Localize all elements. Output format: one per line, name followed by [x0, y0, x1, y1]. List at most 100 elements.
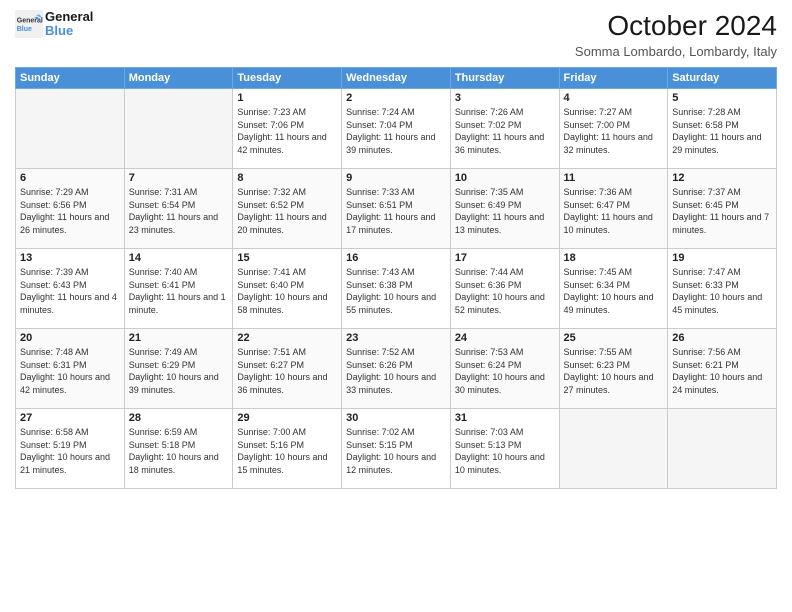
day-number: 14	[129, 252, 229, 264]
calendar-cell: 28Sunrise: 6:59 AM Sunset: 5:18 PM Dayli…	[124, 409, 233, 489]
day-info: Sunrise: 7:27 AM Sunset: 7:00 PM Dayligh…	[564, 106, 664, 156]
day-info: Sunrise: 7:24 AM Sunset: 7:04 PM Dayligh…	[346, 106, 446, 156]
calendar-cell: 4 Sunrise: 7:27 AM Sunset: 7:00 PM Daylig…	[559, 89, 668, 169]
calendar-cell: 14 Sunrise: 7:40 AM Sunset: 6:41 PM Dayli…	[124, 249, 233, 329]
day-number: 16	[346, 252, 446, 264]
header: General Blue General Blue October 2024 S…	[15, 10, 777, 59]
day-info: Sunrise: 7:52 AM Sunset: 6:26 PM Dayligh…	[346, 346, 446, 396]
location-title: Somma Lombardo, Lombardy, Italy	[575, 44, 777, 59]
day-info: Sunrise: 7:39 AM Sunset: 6:43 PM Dayligh…	[20, 266, 120, 316]
calendar-week-row: 13 Sunrise: 7:39 AM Sunset: 6:43 PM Dayli…	[16, 249, 777, 329]
day-info: Sunrise: 7:48 AM Sunset: 6:31 PM Dayligh…	[20, 346, 120, 396]
day-info: Sunrise: 7:00 AM Sunset: 5:16 PM Dayligh…	[237, 426, 337, 476]
calendar-week-row: 27Sunrise: 6:58 AM Sunset: 5:19 PM Dayli…	[16, 409, 777, 489]
day-info: Sunrise: 7:43 AM Sunset: 6:38 PM Dayligh…	[346, 266, 446, 316]
calendar-cell	[16, 89, 125, 169]
logo: General Blue General Blue	[15, 10, 93, 39]
svg-text:General: General	[17, 18, 43, 25]
weekday-header-thursday: Thursday	[450, 68, 559, 89]
day-number: 9	[346, 172, 446, 184]
month-title: October 2024	[575, 10, 777, 42]
calendar-cell: 30Sunrise: 7:02 AM Sunset: 5:15 PM Dayli…	[342, 409, 451, 489]
calendar-table: SundayMondayTuesdayWednesdayThursdayFrid…	[15, 67, 777, 489]
day-info: Sunrise: 7:32 AM Sunset: 6:52 PM Dayligh…	[237, 186, 337, 236]
day-number: 3	[455, 92, 555, 104]
day-number: 25	[564, 332, 664, 344]
weekday-header-row: SundayMondayTuesdayWednesdayThursdayFrid…	[16, 68, 777, 89]
calendar-cell: 19 Sunrise: 7:47 AM Sunset: 6:33 PM Dayli…	[668, 249, 777, 329]
weekday-header-friday: Friday	[559, 68, 668, 89]
calendar-cell: 21 Sunrise: 7:49 AM Sunset: 6:29 PM Dayli…	[124, 329, 233, 409]
logo-blue: Blue	[45, 24, 93, 38]
calendar-cell: 17Sunrise: 7:44 AM Sunset: 6:36 PM Dayli…	[450, 249, 559, 329]
day-number: 11	[564, 172, 664, 184]
day-number: 1	[237, 92, 337, 104]
calendar-cell: 1 Sunrise: 7:23 AM Sunset: 7:06 PM Daylig…	[233, 89, 342, 169]
calendar-cell: 26Sunrise: 7:56 AM Sunset: 6:21 PM Dayli…	[668, 329, 777, 409]
day-number: 7	[129, 172, 229, 184]
day-info: Sunrise: 7:45 AM Sunset: 6:34 PM Dayligh…	[564, 266, 664, 316]
calendar-cell	[124, 89, 233, 169]
weekday-header-tuesday: Tuesday	[233, 68, 342, 89]
calendar-week-row: 20 Sunrise: 7:48 AM Sunset: 6:31 PM Dayli…	[16, 329, 777, 409]
calendar-cell: 27Sunrise: 6:58 AM Sunset: 5:19 PM Dayli…	[16, 409, 125, 489]
day-number: 22	[237, 332, 337, 344]
calendar-cell: 2Sunrise: 7:24 AM Sunset: 7:04 PM Daylig…	[342, 89, 451, 169]
calendar-cell: 16 Sunrise: 7:43 AM Sunset: 6:38 PM Dayli…	[342, 249, 451, 329]
day-number: 20	[20, 332, 120, 344]
calendar-cell	[559, 409, 668, 489]
svg-text:Blue: Blue	[17, 26, 32, 33]
day-info: Sunrise: 7:02 AM Sunset: 5:15 PM Dayligh…	[346, 426, 446, 476]
day-info: Sunrise: 7:29 AM Sunset: 6:56 PM Dayligh…	[20, 186, 120, 236]
day-info: Sunrise: 7:49 AM Sunset: 6:29 PM Dayligh…	[129, 346, 229, 396]
day-number: 4	[564, 92, 664, 104]
day-number: 21	[129, 332, 229, 344]
calendar-cell: 9 Sunrise: 7:33 AM Sunset: 6:51 PM Daylig…	[342, 169, 451, 249]
title-area: October 2024 Somma Lombardo, Lombardy, I…	[575, 10, 777, 59]
weekday-header-wednesday: Wednesday	[342, 68, 451, 89]
day-info: Sunrise: 7:23 AM Sunset: 7:06 PM Dayligh…	[237, 106, 337, 156]
day-info: Sunrise: 7:53 AM Sunset: 6:24 PM Dayligh…	[455, 346, 555, 396]
day-info: Sunrise: 7:35 AM Sunset: 6:49 PM Dayligh…	[455, 186, 555, 236]
day-number: 23	[346, 332, 446, 344]
calendar-cell: 5Sunrise: 7:28 AM Sunset: 6:58 PM Daylig…	[668, 89, 777, 169]
day-info: Sunrise: 7:36 AM Sunset: 6:47 PM Dayligh…	[564, 186, 664, 236]
day-number: 10	[455, 172, 555, 184]
day-number: 5	[672, 92, 772, 104]
calendar-cell: 23 Sunrise: 7:52 AM Sunset: 6:26 PM Dayli…	[342, 329, 451, 409]
day-info: Sunrise: 7:37 AM Sunset: 6:45 PM Dayligh…	[672, 186, 772, 236]
calendar-cell: 10 Sunrise: 7:35 AM Sunset: 6:49 PM Dayli…	[450, 169, 559, 249]
day-info: Sunrise: 7:40 AM Sunset: 6:41 PM Dayligh…	[129, 266, 229, 316]
day-number: 17	[455, 252, 555, 264]
calendar-cell: 18 Sunrise: 7:45 AM Sunset: 6:34 PM Dayli…	[559, 249, 668, 329]
day-number: 24	[455, 332, 555, 344]
calendar-cell: 13 Sunrise: 7:39 AM Sunset: 6:43 PM Dayli…	[16, 249, 125, 329]
day-number: 13	[20, 252, 120, 264]
calendar-week-row: 1 Sunrise: 7:23 AM Sunset: 7:06 PM Daylig…	[16, 89, 777, 169]
calendar-cell: 7 Sunrise: 7:31 AM Sunset: 6:54 PM Daylig…	[124, 169, 233, 249]
calendar-cell: 31Sunrise: 7:03 AM Sunset: 5:13 PM Dayli…	[450, 409, 559, 489]
calendar-cell: 22 Sunrise: 7:51 AM Sunset: 6:27 PM Dayli…	[233, 329, 342, 409]
calendar-cell: 8 Sunrise: 7:32 AM Sunset: 6:52 PM Daylig…	[233, 169, 342, 249]
calendar-cell: 25 Sunrise: 7:55 AM Sunset: 6:23 PM Dayli…	[559, 329, 668, 409]
calendar-page: General Blue General Blue October 2024 S…	[0, 0, 792, 612]
day-info: Sunrise: 7:47 AM Sunset: 6:33 PM Dayligh…	[672, 266, 772, 316]
day-number: 15	[237, 252, 337, 264]
day-info: Sunrise: 7:55 AM Sunset: 6:23 PM Dayligh…	[564, 346, 664, 396]
day-info: Sunrise: 7:33 AM Sunset: 6:51 PM Dayligh…	[346, 186, 446, 236]
day-info: Sunrise: 7:41 AM Sunset: 6:40 PM Dayligh…	[237, 266, 337, 316]
day-info: Sunrise: 7:31 AM Sunset: 6:54 PM Dayligh…	[129, 186, 229, 236]
calendar-cell: 6 Sunrise: 7:29 AM Sunset: 6:56 PM Daylig…	[16, 169, 125, 249]
day-number: 8	[237, 172, 337, 184]
day-number: 6	[20, 172, 120, 184]
calendar-cell	[668, 409, 777, 489]
calendar-cell: 24 Sunrise: 7:53 AM Sunset: 6:24 PM Dayli…	[450, 329, 559, 409]
day-info: Sunrise: 7:03 AM Sunset: 5:13 PM Dayligh…	[455, 426, 555, 476]
day-info: Sunrise: 7:51 AM Sunset: 6:27 PM Dayligh…	[237, 346, 337, 396]
logo-general: General	[45, 10, 93, 24]
day-number: 18	[564, 252, 664, 264]
weekday-header-monday: Monday	[124, 68, 233, 89]
day-number: 19	[672, 252, 772, 264]
day-number: 29	[237, 412, 337, 424]
day-number: 28	[129, 412, 229, 424]
